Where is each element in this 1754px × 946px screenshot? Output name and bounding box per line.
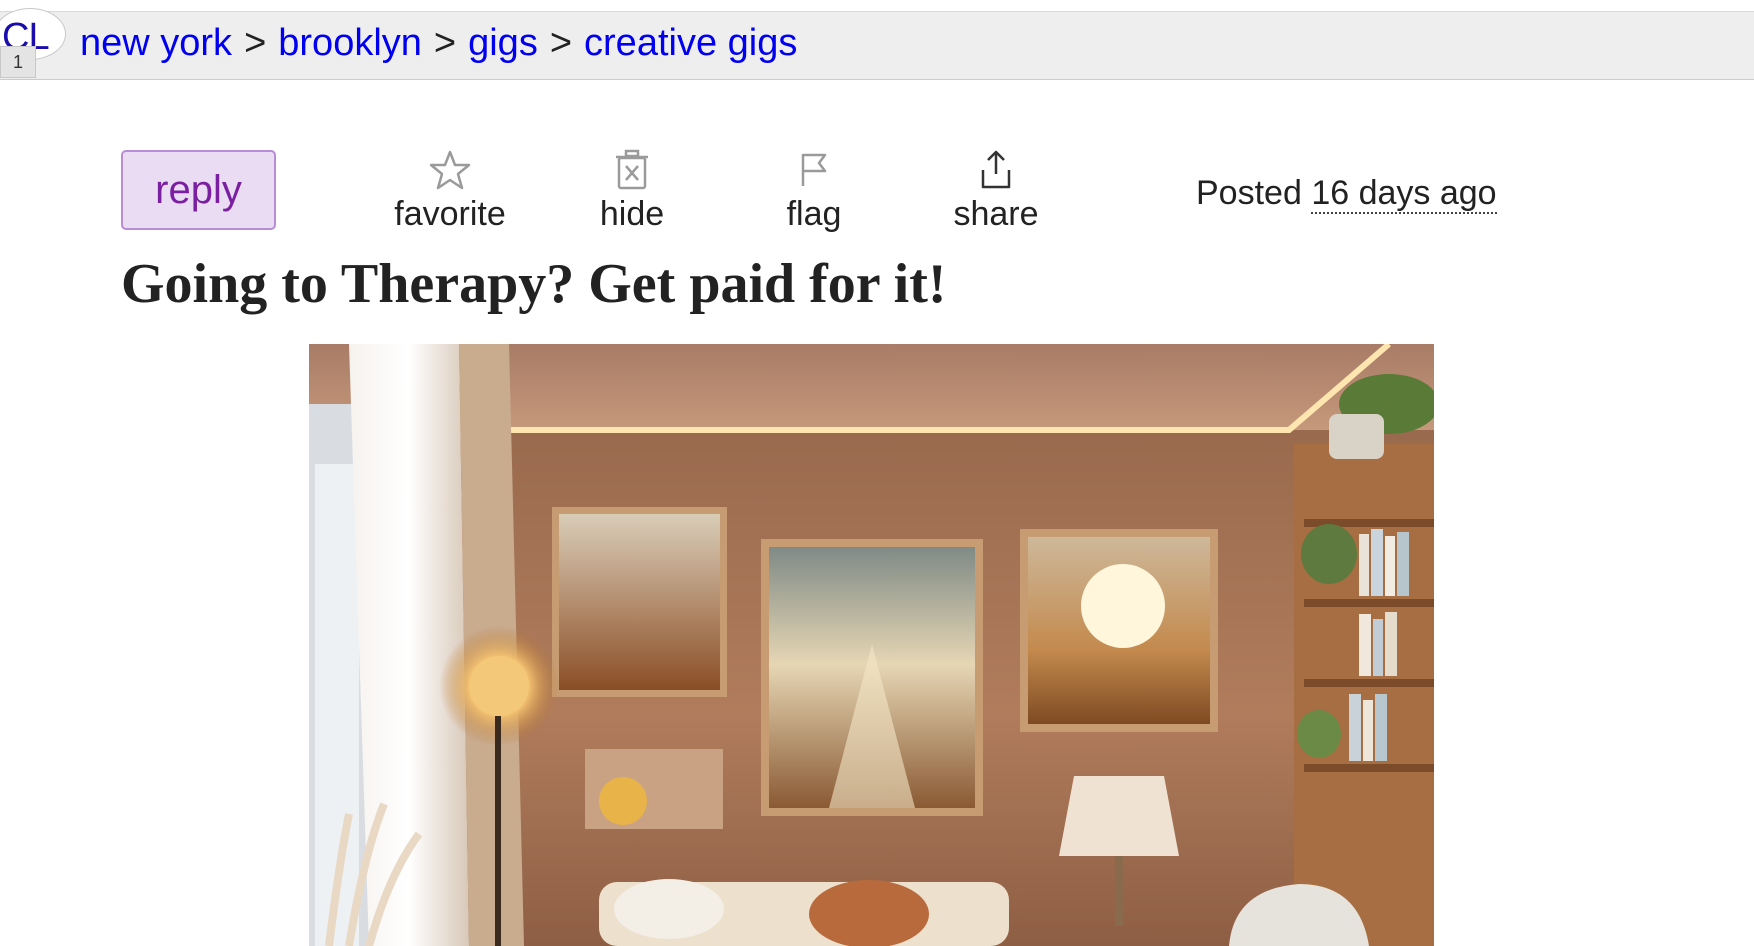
reply-button[interactable]: reply (121, 150, 276, 230)
hide-button[interactable]: hide (557, 148, 707, 233)
trash-icon (616, 149, 648, 190)
breadcrumb-creative-gigs[interactable]: creative gigs (584, 22, 797, 64)
posted-date: Posted 16 days ago (1196, 174, 1497, 214)
breadcrumb-brooklyn[interactable]: brooklyn (278, 22, 422, 64)
breadcrumb-new-york[interactable]: new york (80, 22, 232, 64)
count-badge: 1 (0, 46, 36, 78)
flag-label: flag (786, 195, 842, 233)
breadcrumb-separator: > (433, 22, 457, 64)
post-title: Going to Therapy? Get paid for it! (121, 253, 947, 315)
post-image[interactable] (309, 344, 1434, 946)
share-button[interactable]: share (921, 148, 1071, 233)
breadcrumb-separator: > (549, 22, 573, 64)
top-navigation-bar: CL 1 new york > brooklyn > gigs > creative gig… (0, 8, 1754, 80)
therapy-room-illustration (309, 344, 1434, 946)
posted-prefix: Posted (1196, 174, 1302, 212)
posted-ago: 16 days ago (1311, 174, 1497, 214)
breadcrumb-separator: > (244, 22, 267, 64)
share-icon (981, 150, 1011, 189)
flag-icon (801, 153, 827, 186)
flag-button[interactable]: flag (739, 148, 889, 233)
breadcrumb: new york > brooklyn > gigs > creative gigs (80, 20, 797, 66)
favorite-button[interactable]: favorite (375, 148, 525, 233)
hide-label: hide (599, 195, 665, 233)
star-icon (429, 150, 471, 190)
share-label: share (953, 195, 1039, 233)
breadcrumb-gigs[interactable]: gigs (468, 22, 538, 64)
favorite-label: favorite (394, 195, 506, 233)
